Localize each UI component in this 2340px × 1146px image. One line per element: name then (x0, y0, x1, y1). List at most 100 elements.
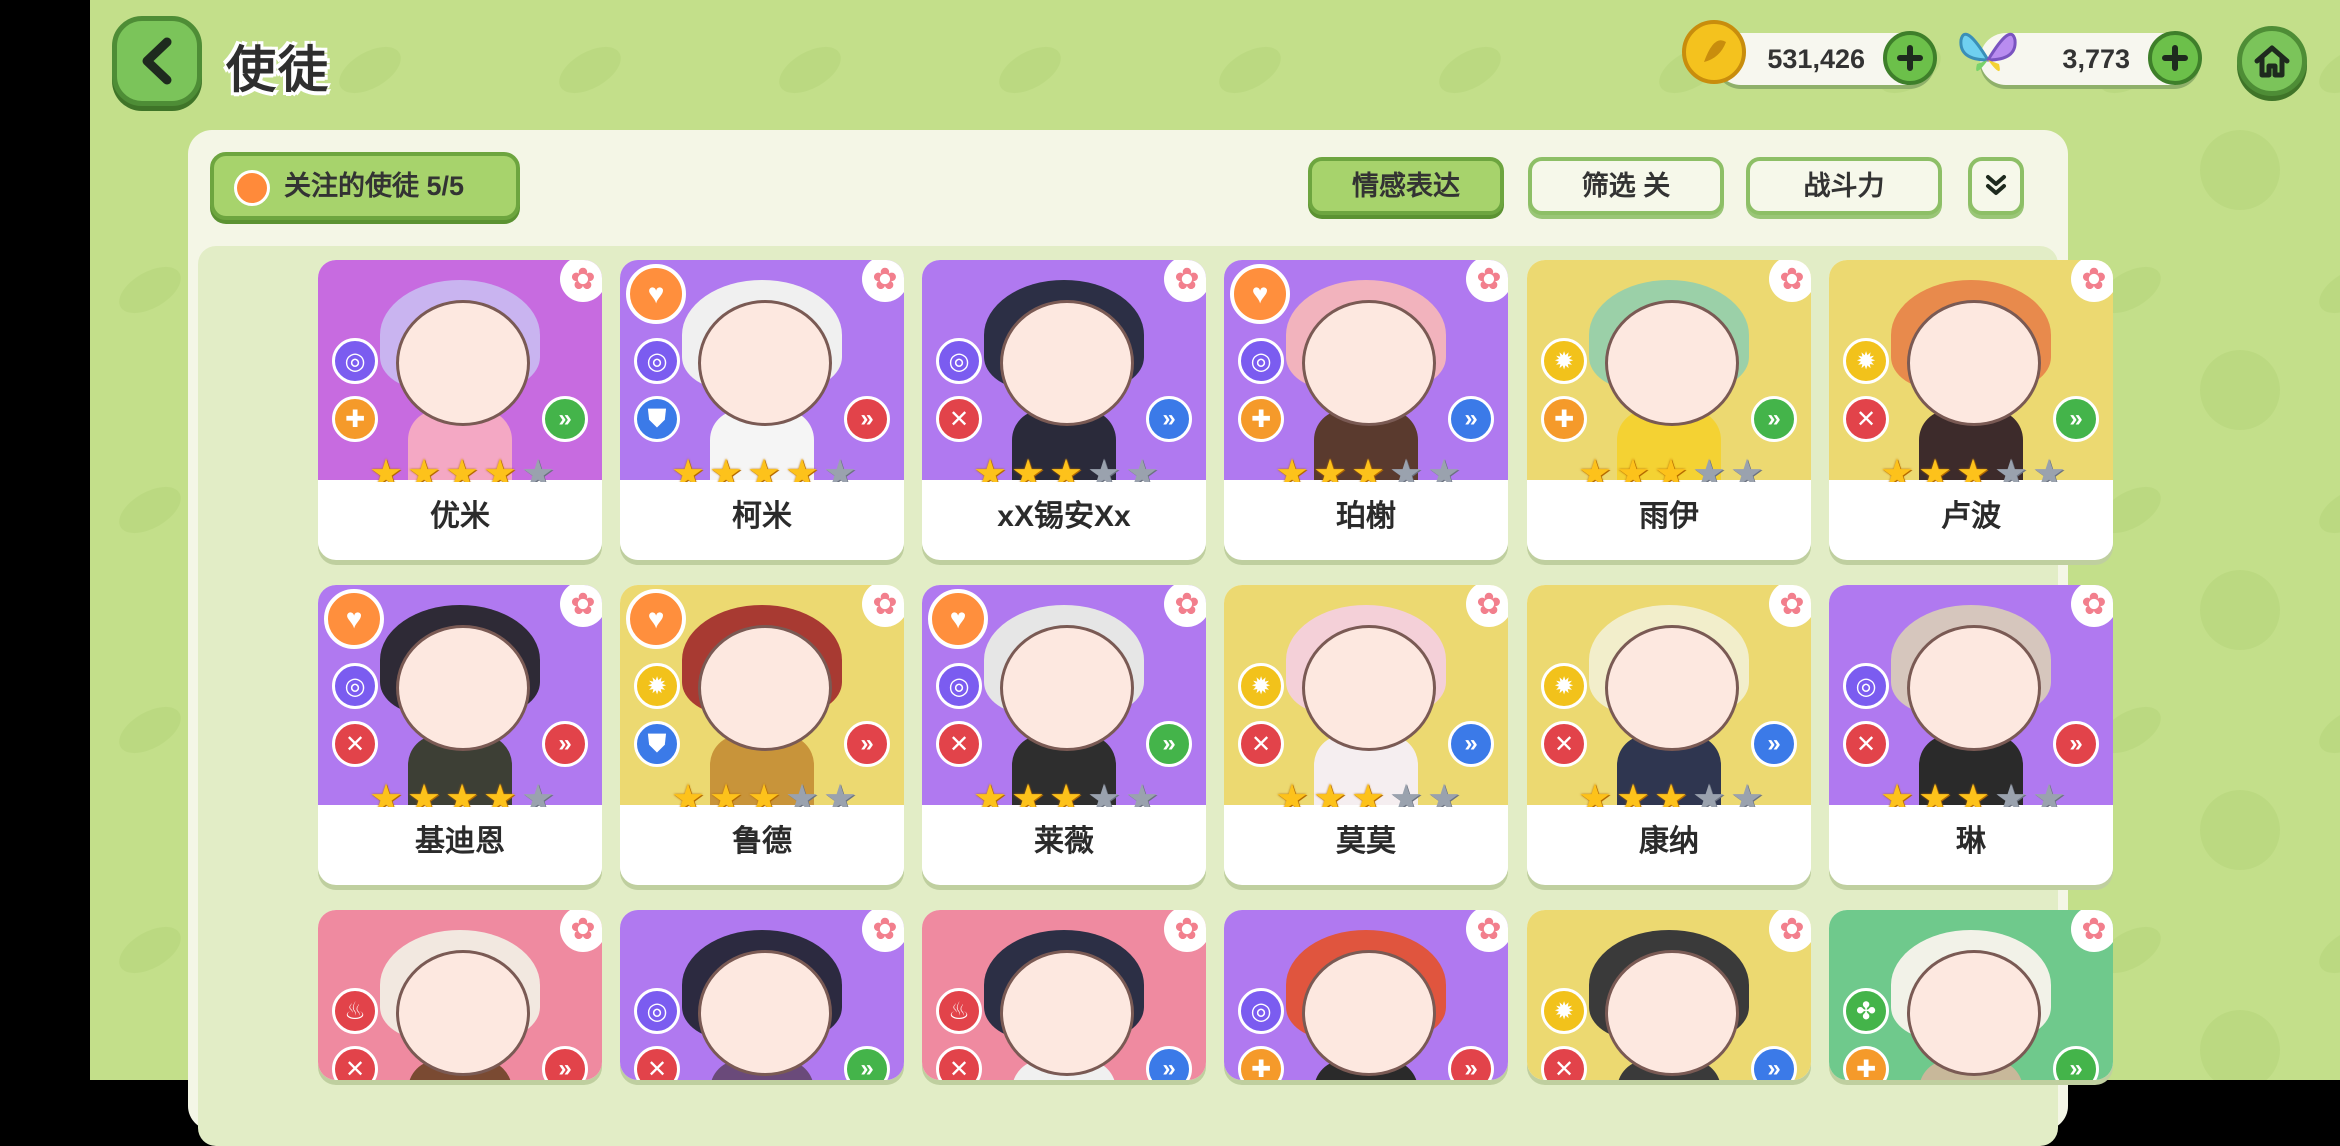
coin-currency-bar: 531,426 (1715, 31, 1937, 85)
add-coins-button[interactable] (1883, 31, 1937, 85)
character-card[interactable]: ♨ ✕» ✿ (318, 910, 602, 1080)
followed-count-label: 关注的使徒 5/5 (284, 171, 465, 201)
character-card[interactable]: ✹ ✚» ✿ ★ ★ ★ ★ ★ 雨伊 (1527, 260, 1811, 560)
favorite-heart-icon[interactable]: ♥ (324, 589, 384, 649)
character-card[interactable]: ◎ ✚» ♥ ✿ ★ ★ ★ ★ ★ 珀榭 (1224, 260, 1508, 560)
home-icon (2254, 45, 2290, 78)
sun-icon: ✹ (1238, 663, 1284, 709)
chevron-icon: » (2053, 721, 2099, 767)
spiral-icon: ◎ (332, 338, 378, 384)
cross-icon: ✚ (1541, 396, 1587, 442)
flower-icon: ✿ (2071, 260, 2113, 302)
character-name: 珀榭 (1224, 482, 1508, 552)
character-name: 莫莫 (1224, 807, 1508, 877)
favorite-heart-icon[interactable]: ♥ (626, 264, 686, 324)
add-gems-button[interactable] (2148, 31, 2202, 85)
favorite-heart-icon[interactable]: ♥ (1230, 264, 1290, 324)
spiral-icon: ◎ (936, 338, 982, 384)
character-name: 卢波 (1829, 482, 2113, 552)
character-face (698, 950, 832, 1076)
expand-button[interactable] (1968, 157, 2024, 215)
flower-icon: ✿ (862, 585, 904, 627)
chevron-icon: » (1751, 721, 1797, 767)
character-face (1302, 300, 1436, 426)
character-face (1000, 950, 1134, 1076)
character-card[interactable]: ✹ ⛊» ♥ ✿ ★ ★ ★ ★ ★ 鲁德 (620, 585, 904, 885)
chevron-icon: » (844, 396, 890, 442)
spiral-icon: ◎ (332, 663, 378, 709)
back-button[interactable] (112, 16, 202, 106)
emotion-button[interactable]: 情感表达 (1308, 157, 1504, 215)
plus-icon (2162, 45, 2188, 71)
gem-amount: 3,773 (2062, 44, 2130, 74)
character-name: 优米 (318, 482, 602, 552)
character-face (1605, 625, 1739, 751)
character-card[interactable]: ✹ ✕» ✿ (1527, 910, 1811, 1080)
coin-amount: 531,426 (1767, 44, 1865, 74)
character-face (1000, 300, 1134, 426)
swords-icon: ✕ (332, 721, 378, 767)
character-face (1302, 625, 1436, 751)
spiral-icon: ◎ (936, 663, 982, 709)
character-card[interactable]: ◎ ✕» ♥ ✿ ★ ★ ★ ★ ★ 莱薇 (922, 585, 1206, 885)
character-card[interactable]: ✹ ✕» ✿ ★ ★ ★ ★ ★ 康纳 (1527, 585, 1811, 885)
chevron-icon: » (1751, 396, 1797, 442)
swords-icon: ✕ (936, 721, 982, 767)
character-face (396, 625, 530, 751)
page-title: 使徒 (226, 42, 330, 98)
character-card[interactable]: ◎ ⛊» ♥ ✿ ★ ★ ★ ★ ★ 柯米 (620, 260, 904, 560)
followed-characters-toggle[interactable]: 关注的使徒 5/5 (210, 152, 520, 220)
character-face (396, 950, 530, 1076)
flower-icon: ✿ (1769, 585, 1811, 627)
sun-icon: ✹ (1541, 988, 1587, 1034)
clover-icon: ✤ (1843, 988, 1889, 1034)
character-card[interactable]: ✤ ✚» ✿ (1829, 910, 2113, 1080)
favorite-heart-icon[interactable]: ♥ (626, 589, 686, 649)
character-face (698, 625, 832, 751)
character-face (1907, 950, 2041, 1076)
character-name: 鲁德 (620, 807, 904, 877)
character-card[interactable]: ◎ ✕» ♥ ✿ ★ ★ ★ ★ ★ 基迪恩 (318, 585, 602, 885)
filter-button[interactable]: 筛选 关 (1528, 157, 1724, 215)
favorite-heart-icon[interactable]: ♥ (928, 589, 988, 649)
character-name: 康纳 (1527, 807, 1811, 877)
swords-icon: ✕ (1541, 721, 1587, 767)
character-card[interactable]: ◎ ✚» ✿ (1224, 910, 1508, 1080)
spiral-icon: ◎ (1238, 988, 1284, 1034)
swords-icon: ✕ (936, 396, 982, 442)
character-face (396, 300, 530, 426)
butterfly-gem-icon (1959, 32, 2017, 72)
chevron-left-icon (142, 37, 172, 85)
spiral-icon: ◎ (1843, 663, 1889, 709)
character-face (1907, 300, 2041, 426)
character-card[interactable]: ◎ ✕» ✿ ★ ★ ★ ★ ★ xX锡安Xx (922, 260, 1206, 560)
sun-icon: ✹ (1541, 338, 1587, 384)
flower-icon: ✿ (1769, 910, 1811, 952)
character-face (1302, 950, 1436, 1076)
coin-icon (1682, 20, 1746, 84)
character-card[interactable]: ♨ ✕» ✿ (922, 910, 1206, 1080)
flower-icon: ✿ (2071, 910, 2113, 952)
character-card[interactable]: ◎ ✕» ✿ ★ ★ ★ ★ ★ 琳 (1829, 585, 2113, 885)
character-name: 雨伊 (1527, 482, 1811, 552)
chevron-icon: » (844, 721, 890, 767)
flower-icon: ✿ (560, 585, 602, 627)
character-card[interactable]: ✹ ✕» ✿ ★ ★ ★ ★ ★ 莫莫 (1224, 585, 1508, 885)
character-face (1605, 300, 1739, 426)
spiral-icon: ◎ (634, 988, 680, 1034)
flower-icon: ✿ (560, 260, 602, 302)
home-button[interactable] (2237, 26, 2307, 96)
character-card[interactable]: ◎ ✚» ✿ ★ ★ ★ ★ ★ 优米 (318, 260, 602, 560)
flower-icon: ✿ (862, 910, 904, 952)
character-card[interactable]: ◎ ✕» ✿ (620, 910, 904, 1080)
shield-icon: ⛊ (634, 396, 680, 442)
double-chevron-down-icon (1986, 175, 2006, 195)
character-card[interactable]: ✹ ✕» ✿ ★ ★ ★ ★ ★ 卢波 (1829, 260, 2113, 560)
sun-icon: ✹ (634, 663, 680, 709)
character-name: 莱薇 (922, 807, 1206, 877)
character-face (1907, 625, 2041, 751)
plus-icon (1897, 45, 1923, 71)
sun-icon: ✹ (1843, 338, 1889, 384)
sort-power-button[interactable]: 战斗力 (1746, 157, 1942, 215)
swords-icon: ✕ (1843, 721, 1889, 767)
